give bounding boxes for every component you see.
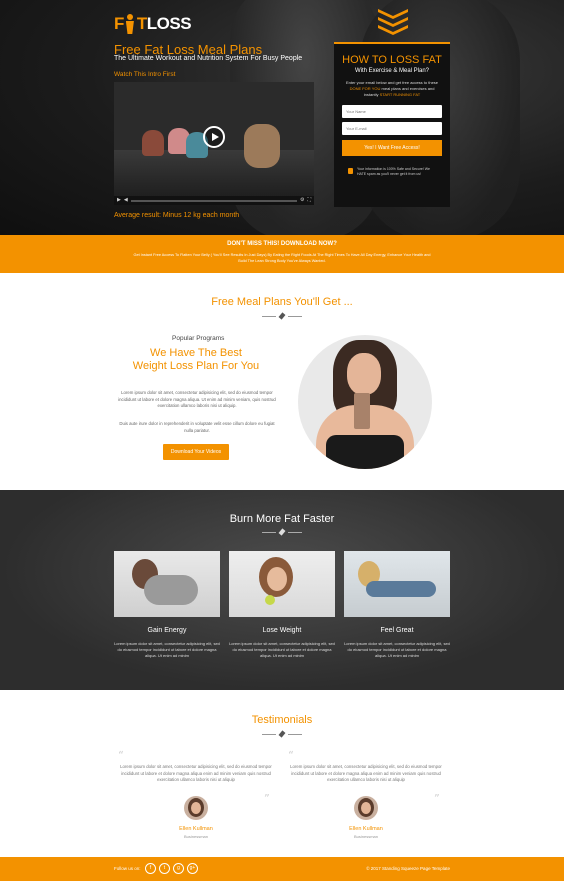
intro-link[interactable]: Watch This Intro First xyxy=(114,71,175,78)
popular-programs-label: Popular Programs xyxy=(172,335,225,342)
video-controls[interactable]: ▶ ◀ ⚙ ⛶ xyxy=(114,196,314,205)
testimonial-role: Businessman xyxy=(353,834,378,839)
lock-icon xyxy=(348,168,353,174)
google-plus-icon[interactable]: g+ xyxy=(187,863,198,874)
avatar xyxy=(354,796,378,820)
gain-energy-image xyxy=(114,551,220,617)
card-text: Lorem ipsum dolor sit amet, consectetur … xyxy=(344,641,450,658)
close-quote-icon: ” xyxy=(434,792,440,805)
section-divider xyxy=(262,730,302,738)
plan-heading: We Have The Best Weight Loss Plan For Yo… xyxy=(132,347,260,372)
facebook-icon[interactable]: f xyxy=(145,863,156,874)
email-field[interactable] xyxy=(342,122,442,135)
plan-paragraph: Lorem ipsum dolor sit amet, consectetur … xyxy=(118,390,276,408)
free-access-button[interactable]: Yes! I Want Free Access! xyxy=(342,140,442,156)
follow-label: Follow us on: xyxy=(114,866,141,871)
play-icon[interactable]: ▶ xyxy=(117,198,121,203)
form-heading: HOW TO LOSS FAT xyxy=(342,54,442,66)
woman-drinking-shake-image xyxy=(298,335,432,469)
avatar xyxy=(184,796,208,820)
download-videos-button[interactable]: Download Your Videos xyxy=(163,444,229,460)
settings-icon[interactable]: ⚙ xyxy=(300,198,304,203)
card-title: Gain Energy xyxy=(147,627,187,634)
card-text: Lorem ipsum dolor sit amet, consectetur … xyxy=(229,641,335,658)
form-subheading: With Exercise & Meal Plan? xyxy=(354,68,430,74)
section-divider xyxy=(262,528,302,536)
name-field[interactable] xyxy=(342,105,442,118)
fullscreen-icon[interactable]: ⛶ xyxy=(307,198,311,203)
banner-title: DON'T MISS THIS! DOWNLOAD NOW? xyxy=(227,241,337,247)
testimonial-name: Ellen Kullman xyxy=(179,826,213,832)
banner-description: Get Instant Free Access To Flatten Your … xyxy=(133,253,431,263)
twitter-icon[interactable]: t xyxy=(159,863,170,874)
runner-logo-icon xyxy=(124,14,136,34)
plan-paragraph: Duis aute irure dolor in reprehenderit i… xyxy=(119,421,275,433)
hero-subtitle: The Ultimate Workout and Nutrition Syste… xyxy=(114,55,303,62)
testimonials-title: Testimonials xyxy=(251,714,313,726)
video-progress-bar[interactable] xyxy=(130,199,297,202)
form-description: Enter your email below and get free acce… xyxy=(345,80,439,97)
card-text: Lorem ipsum dolor sit amet, consectetur … xyxy=(114,641,220,658)
section-divider xyxy=(262,312,302,320)
google-icon[interactable]: g xyxy=(173,863,184,874)
meals-section-title: Free Meal Plans You'll Get ... xyxy=(211,296,353,308)
testimonial-name: Ellen Kullman xyxy=(349,826,383,832)
runner-figure xyxy=(244,124,280,168)
intro-video[interactable]: ▶ ◀ ⚙ ⛶ xyxy=(114,82,314,205)
logo[interactable]: F TLOSS xyxy=(114,14,192,34)
close-quote-icon: ” xyxy=(264,792,270,805)
volume-icon[interactable]: ◀ xyxy=(124,198,128,203)
open-quote-icon: “ xyxy=(288,749,294,762)
average-result: Average result: Minus 12 kg each month xyxy=(114,212,240,219)
open-quote-icon: “ xyxy=(118,749,124,762)
secure-note: Your information is 100% Safe and Secure… xyxy=(334,167,450,177)
logo-word: LOSS xyxy=(146,14,192,33)
lose-weight-image xyxy=(229,551,335,617)
footer xyxy=(0,857,564,881)
pen-icon xyxy=(278,730,286,738)
copyright: © 2017 Standing Squeeze Page Template xyxy=(366,866,450,871)
card-title: Lose Weight xyxy=(262,627,302,634)
pen-icon xyxy=(278,528,286,536)
testimonial-quote: Lorem ipsum dolor sit amet, consectetur … xyxy=(290,764,442,782)
signup-form: HOW TO LOSS FAT With Exercise & Meal Pla… xyxy=(334,42,450,207)
chevron-down-icon xyxy=(378,9,408,35)
logo-letter: F xyxy=(114,14,124,33)
pen-icon xyxy=(278,312,286,320)
testimonial-quote: Lorem ipsum dolor sit amet, consectetur … xyxy=(120,764,272,782)
card-title: Feel Great xyxy=(380,627,414,634)
download-banner: DON'T MISS THIS! DOWNLOAD NOW? Get Insta… xyxy=(0,235,564,273)
logo-letter: T xyxy=(136,14,147,33)
burn-section-title: Burn More Fat Faster xyxy=(229,513,335,525)
feel-great-image xyxy=(344,551,450,617)
cupcake-character xyxy=(142,130,164,156)
play-button-icon[interactable] xyxy=(203,126,225,148)
testimonial-role: Businessman xyxy=(183,834,208,839)
